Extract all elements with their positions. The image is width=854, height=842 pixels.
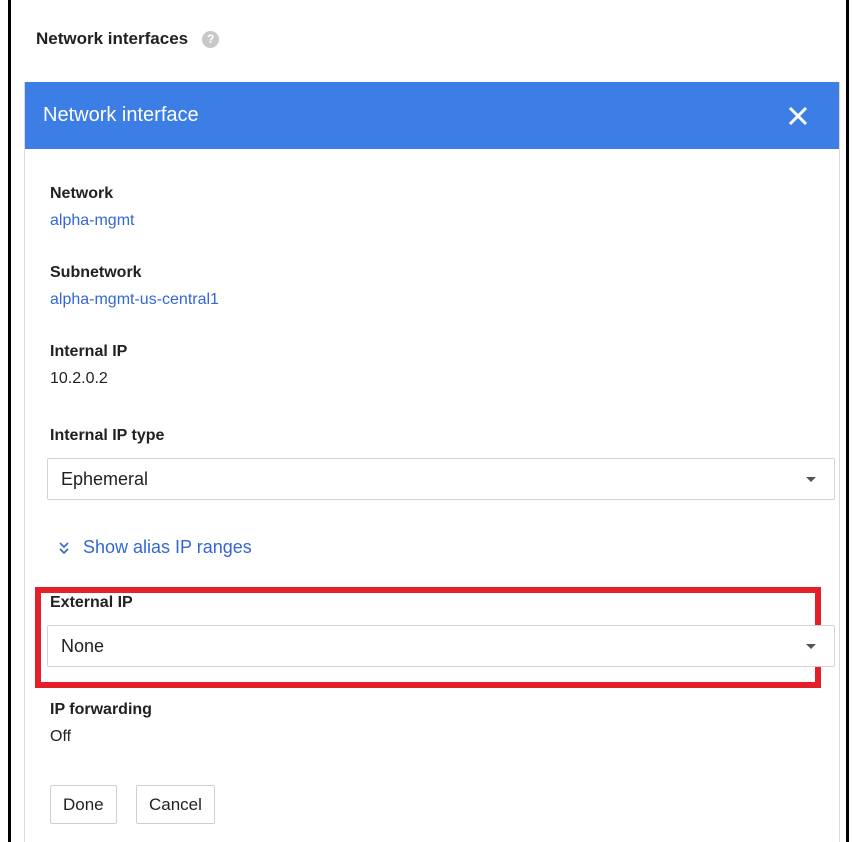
chevrons-down-icon	[59, 541, 69, 554]
external-ip-select[interactable]: None	[47, 625, 835, 667]
network-interface-panel: Network interface Network alpha-mgmt Sub…	[24, 82, 840, 842]
internal-ip-type-value: Ephemeral	[61, 468, 149, 489]
panel-title: Network interface	[43, 104, 199, 126]
caret-down-icon	[806, 476, 816, 482]
close-icon[interactable]	[787, 105, 809, 127]
external-ip-value: None	[61, 635, 105, 656]
internal-ip-type-select[interactable]: Ephemeral	[47, 458, 835, 500]
network-field: Network alpha-mgmt	[50, 185, 134, 230]
internal-ip-type-label: Internal IP type	[50, 427, 165, 444]
network-label: Network	[50, 185, 114, 202]
cancel-button[interactable]: Cancel	[136, 785, 215, 824]
help-icon[interactable]: ?	[202, 30, 220, 48]
done-button[interactable]: Done	[50, 785, 117, 824]
ip-forwarding-value: Off	[50, 728, 72, 745]
section-title: Network interfaces ?	[36, 29, 220, 49]
external-ip-label: External IP	[50, 594, 133, 611]
panel-header: Network interface	[25, 82, 839, 149]
subnetwork-link[interactable]: alpha-mgmt-us-central1	[50, 291, 219, 309]
frame-left-border	[8, 0, 11, 842]
internal-ip-label: Internal IP	[50, 343, 128, 360]
network-link[interactable]: alpha-mgmt	[50, 212, 134, 230]
internal-ip-value: 10.2.0.2	[50, 370, 108, 387]
ip-forwarding-label: IP forwarding	[50, 701, 152, 718]
ip-forwarding-field: IP forwarding Off	[50, 701, 152, 746]
subnetwork-label: Subnetwork	[50, 264, 142, 281]
section-title-text: Network interfaces	[36, 29, 189, 48]
internal-ip-type-field: Internal IP type	[50, 427, 164, 445]
show-alias-ip-ranges-label: Show alias IP ranges	[83, 537, 252, 557]
internal-ip-field: Internal IP 10.2.0.2	[50, 343, 127, 388]
frame-right-border	[846, 0, 849, 842]
subnetwork-field: Subnetwork alpha-mgmt-us-central1	[50, 264, 219, 309]
caret-down-icon	[806, 643, 816, 649]
show-alias-ip-ranges-link[interactable]: Show alias IP ranges	[58, 537, 252, 558]
external-ip-field: External IP	[50, 594, 133, 612]
